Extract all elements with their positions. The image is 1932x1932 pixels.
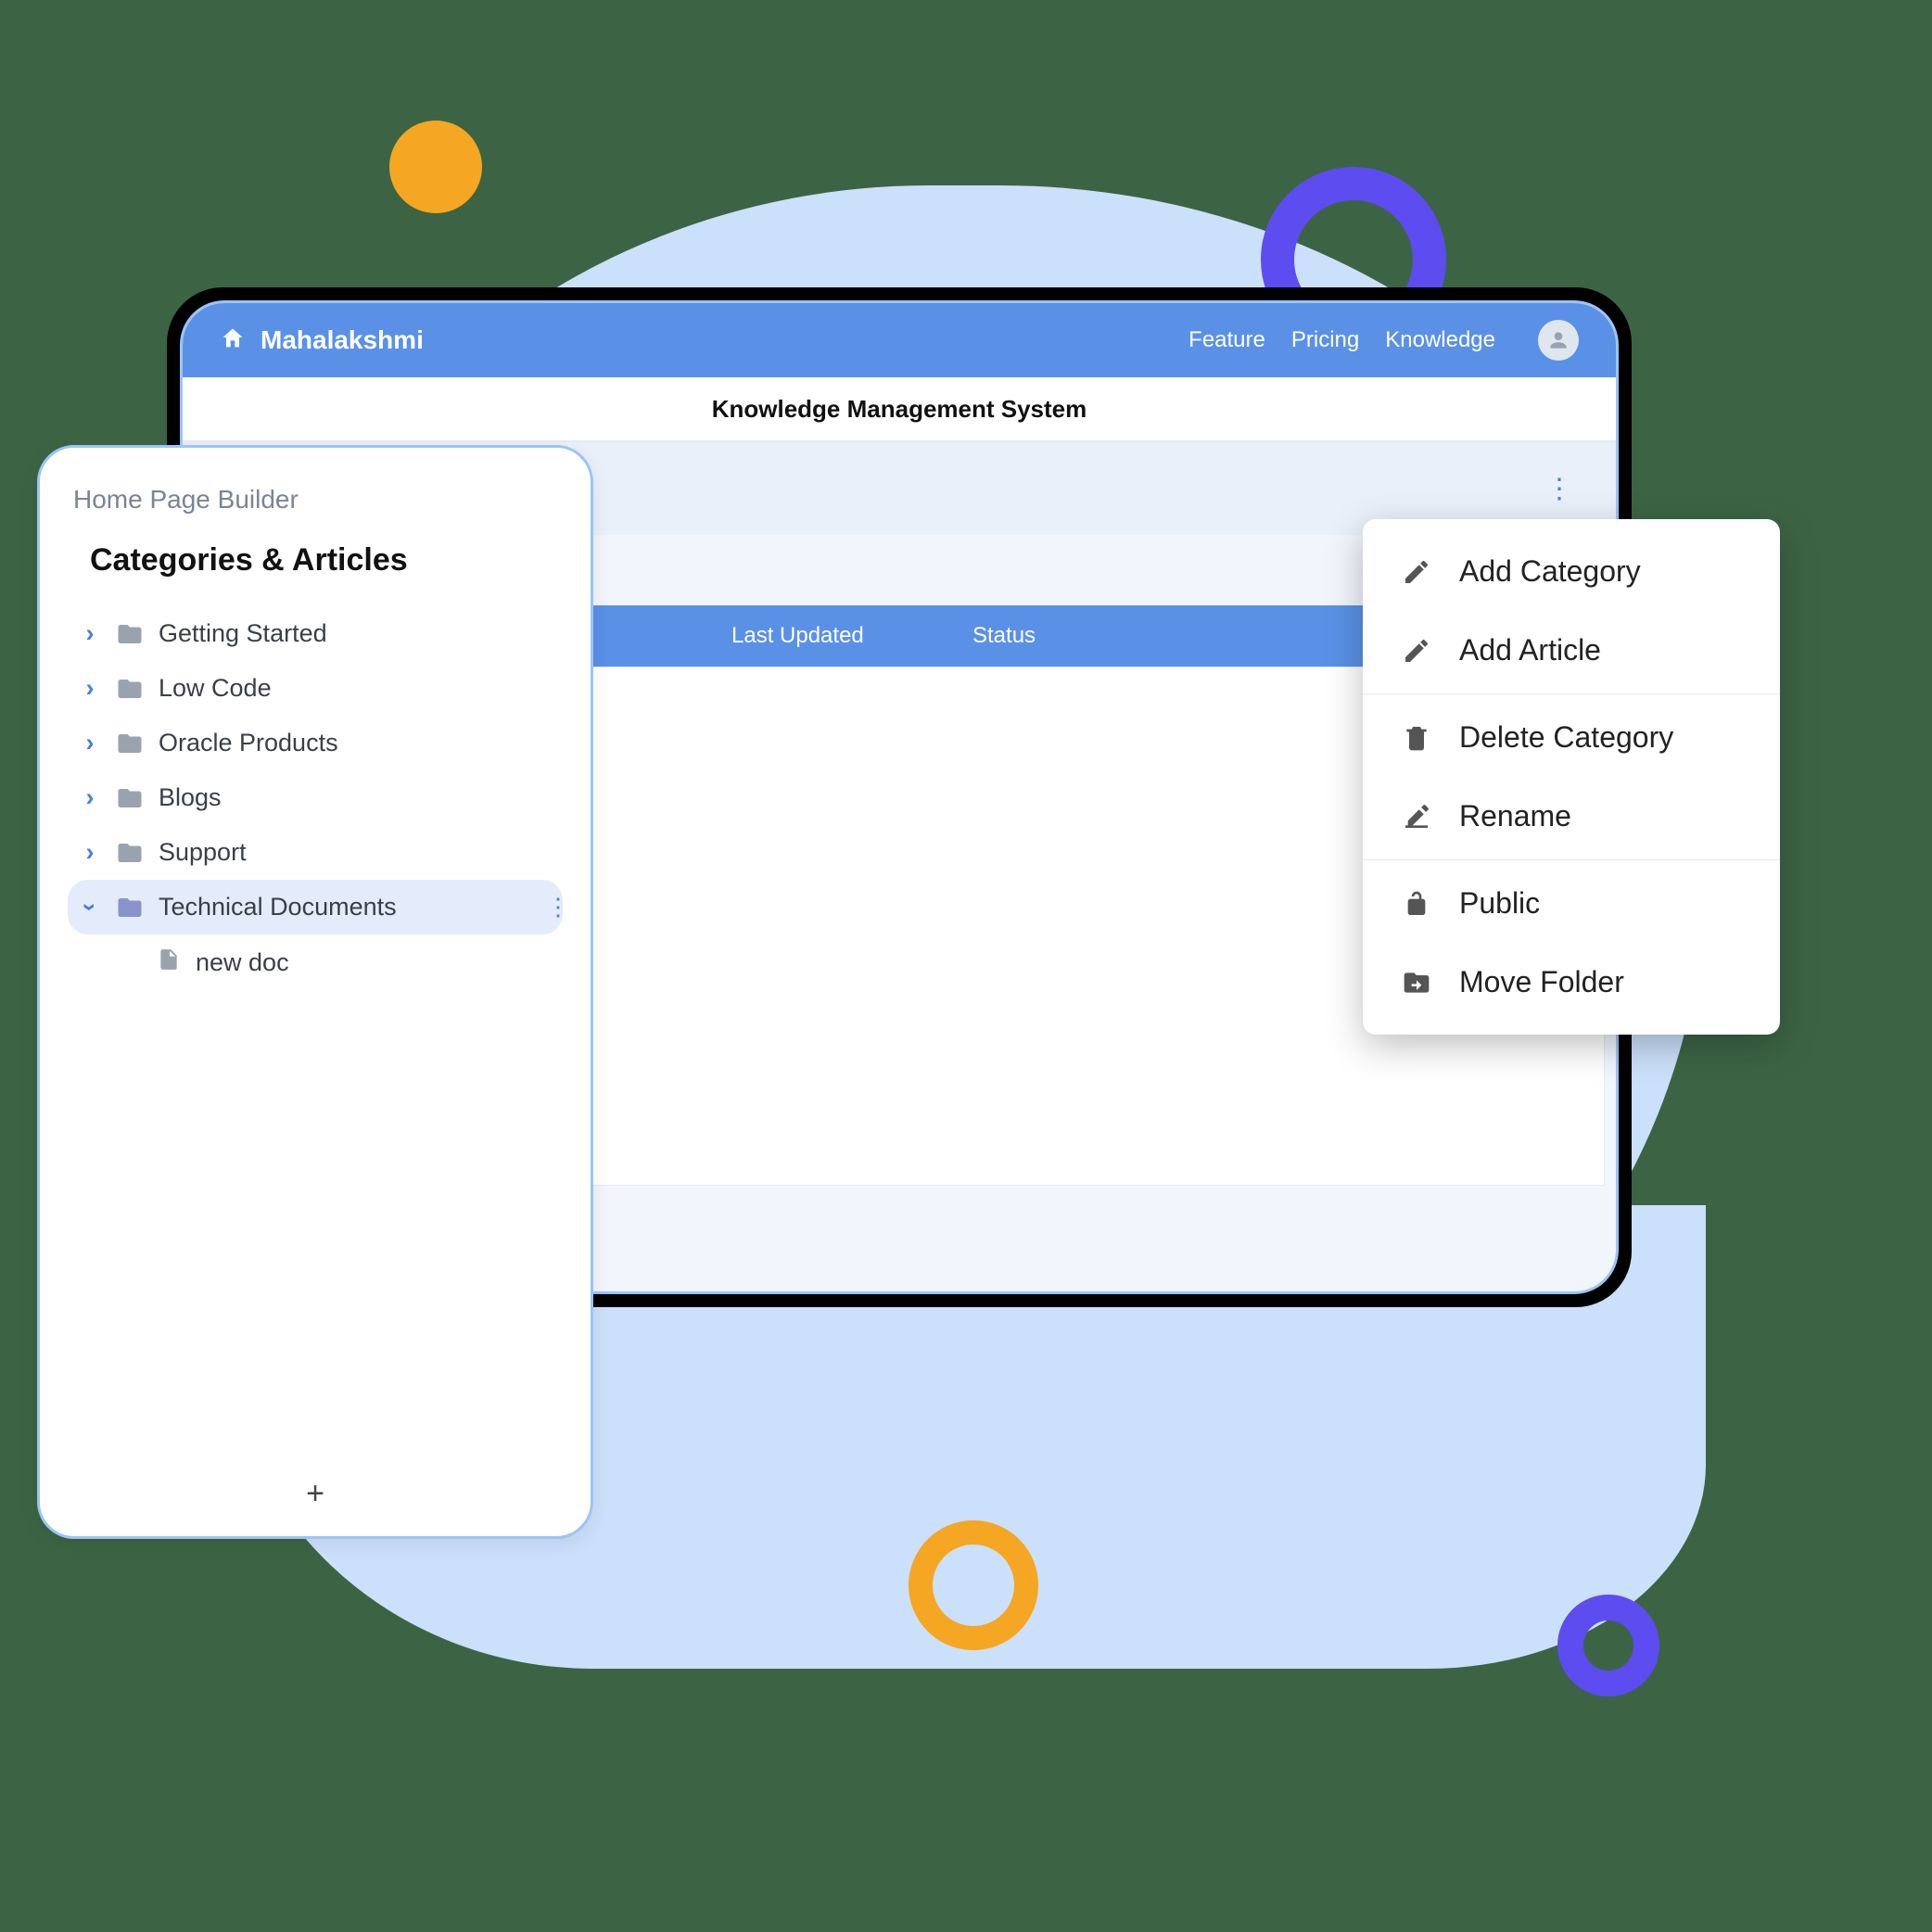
decorative-circle-orange (389, 121, 482, 213)
decorative-ring-orange (909, 1520, 1038, 1650)
chevron-right-icon: › (79, 783, 101, 812)
pencil-icon (1400, 557, 1433, 587)
page-kebab-menu-icon[interactable]: ⋮ (1545, 473, 1575, 505)
column-last-updated[interactable]: Last Updated (713, 623, 954, 649)
nav-link-feature[interactable]: Feature (1188, 327, 1265, 353)
menu-rename[interactable]: Rename (1363, 777, 1780, 856)
menu-add-article[interactable]: Add Article (1363, 611, 1780, 690)
menu-item-label: Add Article (1459, 633, 1601, 667)
sidebar-item-blogs[interactable]: › Blogs (68, 770, 563, 825)
pencil-icon (1400, 636, 1433, 666)
category-tree: › Getting Started › Low Code › Oracle Pr… (68, 606, 563, 1467)
sidebar-item-label: Support (159, 838, 247, 867)
nav-link-knowledge[interactable]: Knowledge (1385, 327, 1495, 353)
sidebar-item-label: Technical Documents (159, 893, 397, 922)
sidebar-item-getting-started[interactable]: › Getting Started (68, 606, 563, 661)
folder-icon (116, 839, 144, 867)
row-kebab-menu-icon[interactable]: ⋮ (546, 893, 563, 922)
avatar[interactable] (1538, 320, 1579, 361)
sidebar-item-low-code[interactable]: › Low Code (68, 661, 563, 716)
folder-icon (116, 730, 144, 757)
menu-move-folder[interactable]: Move Folder (1363, 943, 1780, 1022)
chevron-right-icon: › (79, 674, 101, 703)
nav-links: Feature Pricing Knowledge (1188, 320, 1579, 361)
sidebar-item-support[interactable]: › Support (68, 825, 563, 880)
menu-divider (1363, 693, 1780, 694)
top-nav-bar: Mahalakshmi Feature Pricing Knowledge (183, 303, 1616, 377)
move-folder-icon (1400, 968, 1433, 998)
trash-icon (1400, 723, 1433, 753)
context-menu: Add Category Add Article Delete Category… (1363, 519, 1780, 1035)
sidebar-item-label: Blogs (159, 783, 222, 812)
sidebar-panel: Home Page Builder Categories & Articles … (37, 445, 593, 1539)
sidebar-item-label: Getting Started (159, 619, 327, 648)
sidebar-child-label: new doc (196, 948, 289, 977)
nav-link-pricing[interactable]: Pricing (1291, 327, 1359, 353)
breadcrumb[interactable]: Home Page Builder (68, 485, 563, 515)
sidebar-item-oracle-products[interactable]: › Oracle Products (68, 716, 563, 770)
sidebar-child-new-doc[interactable]: new doc (68, 934, 563, 991)
menu-item-label: Move Folder (1459, 965, 1624, 999)
folder-icon (116, 894, 144, 922)
menu-delete-category[interactable]: Delete Category (1363, 698, 1780, 777)
menu-item-label: Delete Category (1459, 720, 1673, 755)
chevron-right-icon: › (79, 729, 101, 757)
column-status[interactable]: Status (954, 623, 1102, 649)
unlock-icon (1400, 889, 1433, 919)
app-title: Knowledge Management System (183, 377, 1616, 442)
sidebar-item-technical-documents[interactable]: › Technical Documents ⋮ (68, 880, 563, 934)
folder-icon (116, 620, 144, 648)
decorative-ring-purple-small (1557, 1595, 1659, 1697)
menu-item-label: Add Category (1459, 554, 1641, 589)
menu-public[interactable]: Public (1363, 864, 1780, 943)
menu-item-label: Public (1459, 886, 1540, 921)
chevron-right-icon: › (79, 838, 101, 867)
menu-add-category[interactable]: Add Category (1363, 532, 1780, 611)
folder-icon (116, 784, 144, 812)
sidebar-item-label: Oracle Products (159, 729, 338, 757)
chevron-right-icon: › (79, 619, 101, 648)
menu-divider (1363, 859, 1780, 860)
edit-underline-icon (1400, 802, 1433, 832)
sidebar-item-label: Low Code (159, 674, 272, 703)
menu-item-label: Rename (1459, 799, 1571, 833)
brand-title[interactable]: Mahalakshmi (261, 325, 1188, 355)
document-icon (157, 947, 181, 978)
home-icon[interactable] (220, 325, 246, 356)
add-button[interactable]: + (68, 1467, 563, 1518)
chevron-down-icon: › (76, 896, 105, 919)
folder-icon (116, 675, 144, 703)
sidebar-section-title: Categories & Articles (68, 542, 563, 578)
